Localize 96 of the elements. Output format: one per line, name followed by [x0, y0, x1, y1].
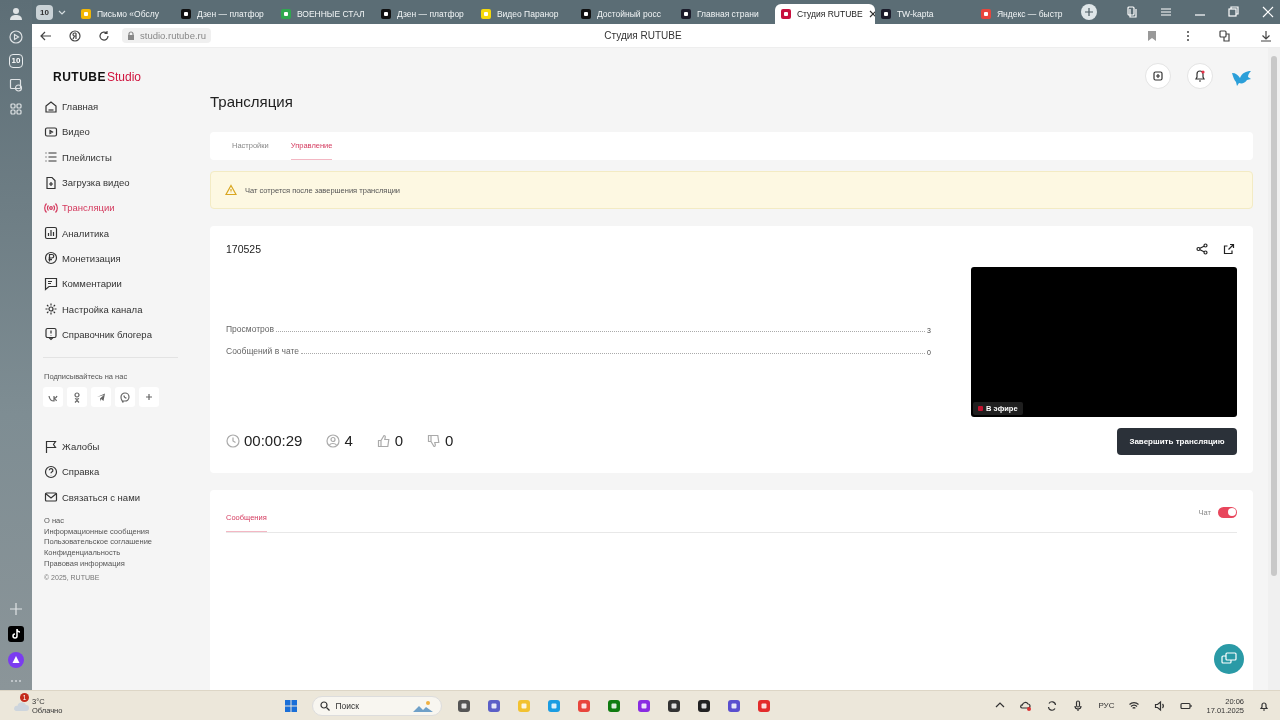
vk-icon[interactable] [43, 386, 63, 407]
logo-product[interactable]: Studio [107, 70, 142, 84]
browser-tab[interactable]: Дзен — платфор [174, 4, 275, 24]
browser-tab[interactable]: TW-kapta [874, 4, 975, 24]
stat-label: Просмотров [226, 324, 275, 334]
logo-brand[interactable]: RUTUBE [53, 70, 106, 84]
tab-counter[interactable]: 10 [36, 4, 53, 20]
gear-icon [44, 302, 58, 316]
nav-item[interactable]: Монетизация [43, 245, 178, 272]
user-icon [326, 433, 341, 448]
support-chat-icon[interactable] [1214, 644, 1244, 674]
browser-tab[interactable]: Главная страни [674, 4, 775, 24]
nav-item[interactable]: Справочник блогера [43, 321, 178, 347]
page-heading: Трансляция [210, 93, 293, 110]
home-icon [44, 99, 58, 114]
info-book-icon [44, 327, 58, 342]
back-icon[interactable] [40, 29, 52, 42]
share-icon[interactable] [1196, 243, 1208, 255]
nav-item[interactable]: Настройка канала [43, 296, 178, 322]
thumbs-up-icon [376, 433, 391, 448]
nav-item[interactable]: Аналитика [43, 220, 178, 246]
windows-icon[interactable] [284, 698, 299, 713]
warning-icon [225, 184, 237, 196]
nav-item[interactable]: Главная [43, 94, 178, 120]
bell-icon[interactable] [1187, 63, 1213, 89]
nav-item[interactable]: Комментарии [43, 271, 178, 297]
reload-icon[interactable] [98, 29, 110, 42]
metric-value: 0 [394, 432, 404, 449]
external-link-icon[interactable] [1223, 243, 1235, 255]
bookmarks-icon[interactable] [1126, 6, 1138, 18]
nav-item[interactable]: Жалобы [43, 433, 178, 460]
nav-item[interactable]: Плейлисты [43, 144, 178, 170]
video-icon [44, 124, 58, 139]
thumbs-down-icon [427, 433, 442, 448]
browser-logo-icon[interactable] [69, 29, 81, 42]
sync-icon[interactable] [1046, 699, 1059, 712]
nav-item[interactable]: Загрузка видео [43, 169, 178, 196]
metric-value: 4 [344, 432, 353, 449]
page-title: Студия RUTUBE [603, 30, 683, 41]
ruble-icon [44, 251, 58, 266]
ok-icon[interactable] [67, 386, 87, 407]
image-icon[interactable] [9, 78, 23, 92]
browser-tab[interactable]: Видео Паранор [474, 4, 575, 24]
lock-icon [127, 30, 135, 41]
volume-icon[interactable] [1154, 699, 1167, 712]
landscape-icon [412, 698, 435, 713]
telegram-icon[interactable] [91, 386, 111, 407]
comment-icon [44, 276, 58, 291]
url-text: studio.rutube.ru [140, 30, 206, 41]
clock-icon [226, 433, 240, 448]
metric-value: 00:00:29 [244, 432, 303, 449]
grid-icon[interactable] [9, 102, 23, 116]
chart-icon [44, 226, 58, 241]
chat-toggle[interactable] [1218, 506, 1237, 518]
end-stream-button[interactable]: Завершить трансляцию [1117, 428, 1237, 455]
list-icon [44, 150, 58, 165]
browser-tab[interactable]: Достойный росс [574, 4, 675, 24]
scrollbar[interactable] [1268, 48, 1280, 690]
music-note-icon[interactable] [8, 626, 24, 642]
upload-file-icon [44, 175, 58, 190]
new-tab-icon[interactable] [1080, 4, 1097, 20]
download-icon[interactable] [1260, 29, 1272, 42]
broadcast-icon [44, 200, 58, 215]
nav-item[interactable]: Связаться с нами [43, 484, 178, 510]
bookmark-icon[interactable] [1147, 29, 1157, 42]
nav-item[interactable]: Видео [43, 119, 178, 145]
help-icon [44, 464, 58, 479]
close-icon[interactable] [868, 10, 875, 18]
browser-tab[interactable]: Письмо «Обслу [74, 4, 175, 24]
stat-label: Сообщений в чате [226, 346, 299, 356]
search-icon [320, 700, 331, 711]
taskbar-search-field[interactable]: Поиск [312, 695, 443, 716]
user-icon[interactable] [9, 6, 23, 20]
play-icon[interactable] [9, 30, 23, 44]
browser-tab[interactable]: ВОЕННЫЕ СТАЛ [274, 4, 375, 24]
microphone-icon[interactable] [1072, 699, 1085, 712]
counter-badge[interactable]: 10 [8, 54, 24, 68]
menu-icon[interactable] [1160, 6, 1172, 18]
extensions-icon[interactable] [1219, 29, 1231, 42]
browser-tab[interactable]: Студия RUTUBE [774, 4, 875, 24]
stream-title: 170525 [226, 243, 263, 255]
browser-tab[interactable]: Дзен — платфор [374, 4, 475, 24]
flag-icon [44, 439, 58, 454]
nav-item[interactable]: Трансляции [43, 195, 178, 221]
viber-icon[interactable] [115, 386, 135, 407]
metric-value: 0 [445, 432, 454, 449]
language-indicator[interactable]: РУС [1098, 701, 1115, 710]
cloud-error-icon[interactable] [1020, 699, 1033, 712]
assistant-icon[interactable] [8, 652, 24, 668]
mail-icon [44, 490, 58, 505]
add-video-icon[interactable] [1145, 63, 1171, 89]
more-icon[interactable] [1186, 29, 1190, 42]
nav-item[interactable]: Справка [43, 459, 178, 485]
browser-tab[interactable]: Яндекс — быстр [974, 4, 1075, 24]
restore-icon[interactable] [1228, 6, 1240, 18]
notification-icon[interactable] [1258, 699, 1270, 712]
